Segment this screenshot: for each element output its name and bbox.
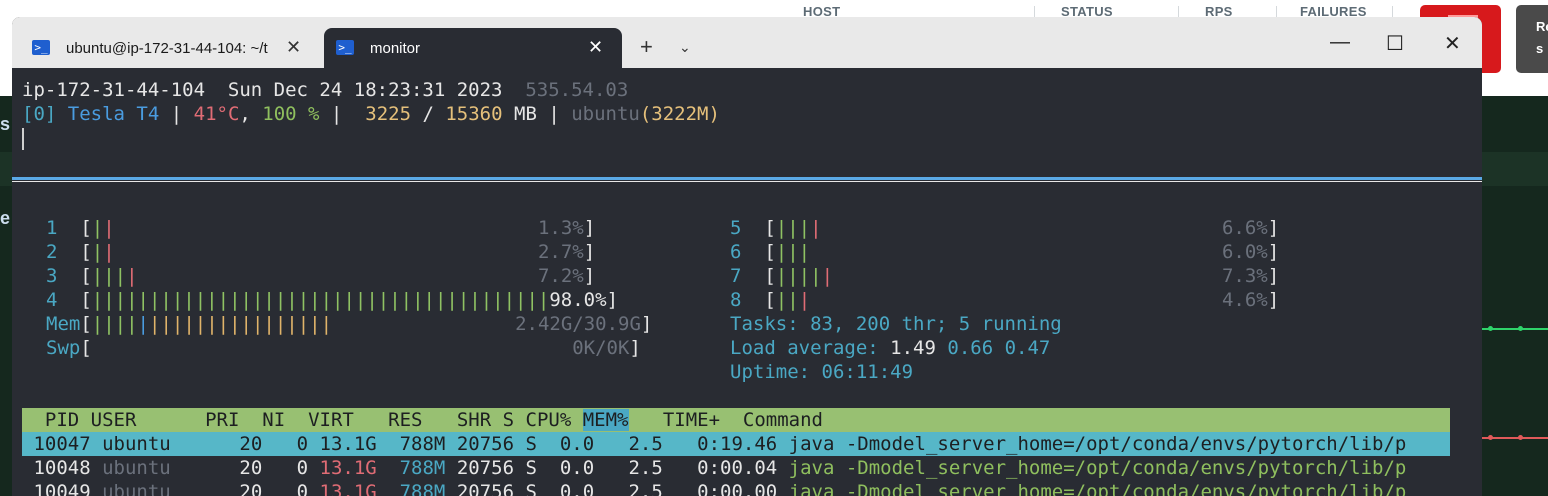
cpu-meter: 1 [|| 1.3%]	[46, 217, 596, 239]
cpu-meter: 2 [|| 2.7%]	[46, 241, 596, 263]
col-s[interactable]: S	[503, 409, 514, 431]
gpu-line: [0] Tesla T4 | 41°C, 100 % | 3225 / 1536…	[22, 103, 720, 125]
process-header-row: PID USER PRI NI VIRT RES SHR S CPU% MEM%…	[22, 408, 823, 432]
cpu-percent: 7.3%	[1221, 265, 1268, 287]
cpu-meter: 8 [||| 4.6%]	[730, 289, 1280, 311]
cpu-id: 2	[46, 241, 58, 263]
col-virt[interactable]: VIRT	[308, 409, 354, 431]
close-tab-icon[interactable]: ✕	[588, 37, 603, 58]
col-shr[interactable]: SHR	[457, 409, 491, 431]
uptime-label: Uptime:	[730, 361, 811, 383]
table-row[interactable]: 10047 ubuntu 20 0 13.1G 788M 20756 S 0.0…	[22, 432, 1406, 456]
mem-meter: Mem[||||||||||||||||||||| 2.42G/30.9G]	[46, 313, 653, 335]
chevron-down-icon[interactable]: ⌄	[679, 39, 691, 56]
cpu-percent: 4.6%	[1221, 289, 1268, 311]
datetime: Sun Dec 24 18:23:31 2023	[227, 79, 503, 101]
load-line: Load average: 1.49 0.66 0.47	[730, 336, 1050, 360]
cpu-id: 8	[730, 289, 742, 311]
gpu-mem-unit: MB	[514, 103, 537, 125]
gpu-name: Tesla T4	[67, 103, 160, 125]
load-label: Load average:	[730, 337, 879, 359]
background-text: s	[0, 114, 11, 134]
uptime-value: 06:11:49	[821, 361, 914, 383]
gpu-util: 100 %	[262, 103, 320, 125]
reset-button-label: Re	[1536, 19, 1548, 34]
chart-point	[1488, 326, 1493, 331]
chart-point	[1488, 435, 1493, 440]
tasks-value: 83, 200 thr; 5 running	[810, 313, 1062, 335]
col-mem[interactable]: MEM%	[582, 409, 629, 431]
close-window-icon[interactable]: ✕	[1444, 31, 1461, 56]
cpu-id: 5	[730, 217, 742, 239]
gpu-user-mem: (3222M)	[639, 103, 720, 125]
cpu-id: 1	[46, 217, 58, 239]
col-cpu[interactable]: CPU%	[526, 409, 572, 431]
col-pri[interactable]: PRI	[205, 409, 239, 431]
col-user[interactable]: USER	[91, 409, 137, 431]
background-text: e	[0, 208, 11, 228]
col-res[interactable]: RES	[388, 409, 422, 431]
chart-point	[1518, 435, 1523, 440]
cpu-percent: 7.2%	[537, 265, 584, 287]
col-pid[interactable]: PID	[45, 409, 79, 431]
gpu-mem-total: 15360	[445, 103, 503, 125]
tab-label: monitor	[370, 40, 421, 57]
tab-label: ubuntu@ip-172-31-44-104: ~/t	[66, 40, 268, 57]
cpu-meter: 6 [||| 6.0%]	[730, 241, 1280, 263]
table-row[interactable]: 10049 ubuntu 20 0 13.1G 788M 20756 S 0.0…	[22, 480, 1406, 496]
col-time[interactable]: TIME+	[663, 409, 720, 431]
driver-version: 535.54.03	[525, 79, 629, 101]
tasks-label: Tasks:	[730, 313, 799, 335]
swap-label: Swp	[46, 337, 81, 359]
gpu-mem-used: 3225	[365, 103, 412, 125]
pane-divider-line	[12, 181, 1482, 182]
text-cursor	[22, 128, 24, 150]
gpustat-header: ip-172-31-44-104 Sun Dec 24 18:23:31 202…	[22, 78, 628, 102]
hostname: ip-172-31-44-104	[22, 79, 206, 101]
pane-divider[interactable]	[12, 177, 1482, 180]
reset-stats-button[interactable]: Re s	[1516, 5, 1548, 73]
swap-meter: Swp[ 0K/0K]	[46, 337, 641, 359]
mem-label: Mem	[46, 313, 81, 335]
cpu-percent: 2.7%	[537, 241, 584, 263]
tab-ubuntu-shell[interactable]: >_ ubuntu@ip-172-31-44-104: ~/t ✕	[20, 28, 320, 68]
new-tab-icon[interactable]: +	[640, 36, 653, 58]
col-ni[interactable]: NI	[262, 409, 285, 431]
cpu-meter: 5 [|||| 6.6%]	[730, 217, 1280, 239]
cpu-percent: 6.0%	[1221, 241, 1268, 263]
cpu-meter: 7 [||||| 7.3%]	[730, 265, 1280, 287]
minimize-icon[interactable]: —	[1330, 31, 1350, 54]
terminal-icon: >_	[336, 40, 354, 55]
cpu-percent: 98.0%	[549, 289, 607, 311]
cpu-percent: 6.6%	[1221, 217, 1268, 239]
cpu-percent: 1.3%	[537, 217, 584, 239]
tab-bar: >_ ubuntu@ip-172-31-44-104: ~/t ✕ >_ mon…	[12, 17, 1482, 68]
cpu-meter: 3 [|||| 7.2%]	[46, 265, 596, 287]
table-row[interactable]: 10048 ubuntu 20 0 13.1G 788M 20756 S 0.0…	[22, 456, 1406, 480]
cpu-id: 3	[46, 265, 58, 287]
tasks-line: Tasks: 83, 200 thr; 5 running	[730, 312, 1062, 336]
swap-value: 0K/0K	[572, 337, 630, 359]
cpu-id: 4	[46, 289, 58, 311]
terminal-window: >_ ubuntu@ip-172-31-44-104: ~/t ✕ >_ mon…	[12, 17, 1482, 496]
terminal-icon: >_	[32, 40, 50, 55]
col-command[interactable]: Command	[743, 409, 823, 431]
gpu-temp: 41°C	[193, 103, 240, 125]
chart-point	[1518, 326, 1523, 331]
gpu-index: [0]	[22, 103, 57, 125]
load-5: 0.66	[947, 337, 994, 359]
cpu-meter: 4 [|||||||||||||||||||||||||||||||||||||…	[46, 289, 619, 311]
maximize-icon[interactable]: ☐	[1386, 31, 1404, 56]
cpu-id: 7	[730, 265, 742, 287]
close-tab-icon[interactable]: ✕	[286, 37, 301, 58]
load-1: 1.49	[890, 337, 936, 359]
mem-value: 2.42G/30.9G	[515, 313, 641, 335]
gpu-user: ubuntu	[571, 103, 640, 125]
uptime-line: Uptime: 06:11:49	[730, 360, 913, 384]
terminal-content[interactable]: ip-172-31-44-104 Sun Dec 24 18:23:31 202…	[12, 68, 1482, 496]
cpu-id: 6	[730, 241, 742, 263]
load-15: 0.47	[1004, 337, 1051, 359]
tab-monitor[interactable]: >_ monitor ✕	[324, 28, 622, 68]
